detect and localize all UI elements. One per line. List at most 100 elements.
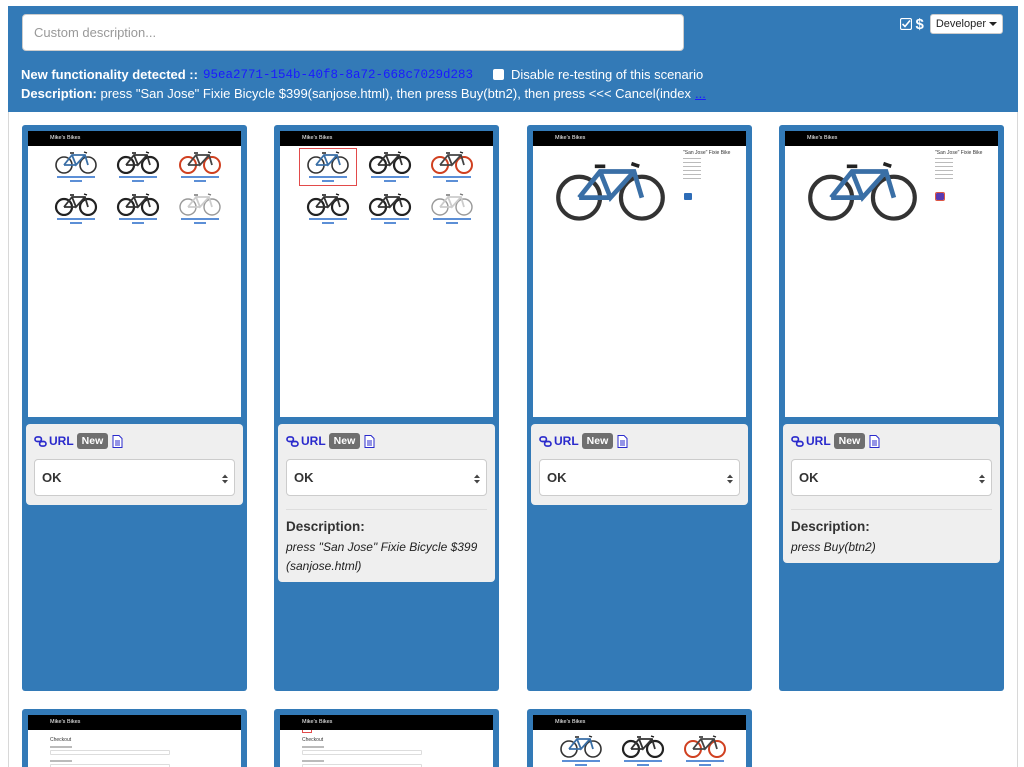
url-link[interactable]: URL [49,434,74,448]
step-card: Mike's Bikes [527,709,752,767]
checkbox-checked-icon[interactable] [899,18,912,30]
functionality-id-link[interactable]: 95ea2771-154b-40f8-8a72-668c7029d283 [203,68,473,82]
checkout-title: Checkout [50,737,72,743]
document-icon[interactable] [617,435,628,448]
step-screenshot[interactable]: Mike's Bikes "San Jose" Fixie Bike [533,131,746,417]
step-screenshot[interactable]: Mike's Bikes [280,131,493,417]
document-icon[interactable] [869,435,880,448]
step-card: Mike's Bikes "San Jose" Fixie Bike URL N… [779,125,1004,691]
step-card: Mike's Bikes URL New OK [22,125,247,691]
shop-navbar: Mike's Bikes [280,715,493,730]
bike-thumb [48,191,104,227]
step-card: Mike's Bikes URL New OK Description: pre… [274,125,499,691]
product-image [553,151,668,226]
bike-thumb [300,191,356,227]
bike-listing [280,146,493,227]
bike-thumb [362,191,418,227]
step-screenshot[interactable]: Mike's Bikes [533,715,746,767]
link-icon[interactable] [286,436,299,447]
bike-thumb [48,149,104,185]
step-description-label: Description: [286,519,365,534]
step-panel: URL New OK [26,424,243,505]
select-caret-icon [474,474,480,484]
bike-thumb [172,149,228,185]
step-panel: URL New OK Description: press Buy(btn2) [783,424,1000,563]
product-title: "San Jose" Fixie Bike [935,150,983,156]
header-controls: $ Developer [899,14,1003,34]
status-select[interactable]: OK [791,459,992,496]
custom-description-input[interactable] [22,14,684,51]
functionality-info: New functionality detected :: 95ea2771-1… [21,67,703,82]
step-description-label: Description: [791,519,870,534]
step-panel: URL New OK Description: press "San Jose"… [278,424,495,582]
buy-button-thumb [684,193,692,200]
bike-thumb-selected [299,148,357,186]
product-title: "San Jose" Fixie Bike [683,150,731,156]
description-label: Description: [21,86,97,101]
step-screenshot[interactable]: Mike's Bikes Checkout [280,715,493,767]
link-icon[interactable] [791,436,804,447]
buy-button-thumb-selected [935,192,945,201]
bike-thumb [362,149,418,185]
new-badge: New [833,433,866,449]
select-caret-icon [979,474,985,484]
bike-thumb [615,733,671,767]
bike-thumb [553,733,609,767]
status-select[interactable]: OK [286,459,487,496]
show-more-link[interactable]: ... [695,86,706,101]
shop-navbar: Mike's Bikes [533,715,746,730]
url-link[interactable]: URL [806,434,831,448]
shop-navbar: Mike's Bikes [280,131,493,146]
scenario-header: $ Developer New functionality detected :… [8,6,1018,112]
step-description-text: press Buy(btn2) [791,540,876,554]
step-card: Mike's Bikes "San Jose" Fixie Bike URL N… [527,125,752,691]
bike-thumb [110,191,166,227]
status-select[interactable]: OK [34,459,235,496]
url-link[interactable]: URL [301,434,326,448]
environment-dropdown-label: Developer [935,18,986,30]
step-panel: URL New OK [531,424,748,505]
divider [286,509,487,510]
divider [791,509,992,510]
shop-navbar: Mike's Bikes [28,715,241,730]
bike-thumb [172,191,228,227]
step-card: Mike's Bikes Checkout [22,709,247,767]
steps-grid: Mike's Bikes URL New OK Mike's Bikes URL… [8,112,1018,767]
bike-thumb [424,191,480,227]
select-caret-icon [222,474,228,484]
document-icon[interactable] [112,435,123,448]
shop-navbar: Mike's Bikes [533,131,746,146]
url-link[interactable]: URL [554,434,579,448]
selection-marker [302,730,312,733]
description-text: press "San Jose" Fixie Bicycle $399(sanj… [100,86,692,101]
step-card: Mike's Bikes Checkout [274,709,499,767]
disable-retest-checkbox[interactable] [493,69,505,80]
dollar-icon[interactable]: $ [916,16,924,33]
new-functionality-label: New functionality detected :: [21,67,198,82]
status-select-value: OK [294,470,314,485]
status-select-value: OK [42,470,62,485]
caret-down-icon [989,22,997,26]
step-screenshot[interactable]: Mike's Bikes [28,131,241,417]
status-select[interactable]: OK [539,459,740,496]
environment-dropdown[interactable]: Developer [929,14,1003,34]
bike-thumb [677,733,733,767]
shop-navbar: Mike's Bikes [28,131,241,146]
new-badge: New [581,433,614,449]
link-icon[interactable] [34,436,47,447]
select-caret-icon [727,474,733,484]
product-details [683,158,701,182]
product-details [935,158,953,182]
document-icon[interactable] [364,435,375,448]
link-icon[interactable] [539,436,552,447]
bike-thumb [424,149,480,185]
checkout-title: Checkout [302,737,324,743]
bike-listing [28,146,241,227]
step-screenshot[interactable]: Mike's Bikes Checkout [28,715,241,767]
bike-thumb [110,149,166,185]
disable-retest-label: Disable re-testing of this scenario [511,67,704,82]
status-select-value: OK [799,470,819,485]
status-select-value: OK [547,470,567,485]
step-description-text: press "San Jose" Fixie Bicycle $399(sanj… [286,540,478,573]
step-screenshot[interactable]: Mike's Bikes "San Jose" Fixie Bike [785,131,998,417]
